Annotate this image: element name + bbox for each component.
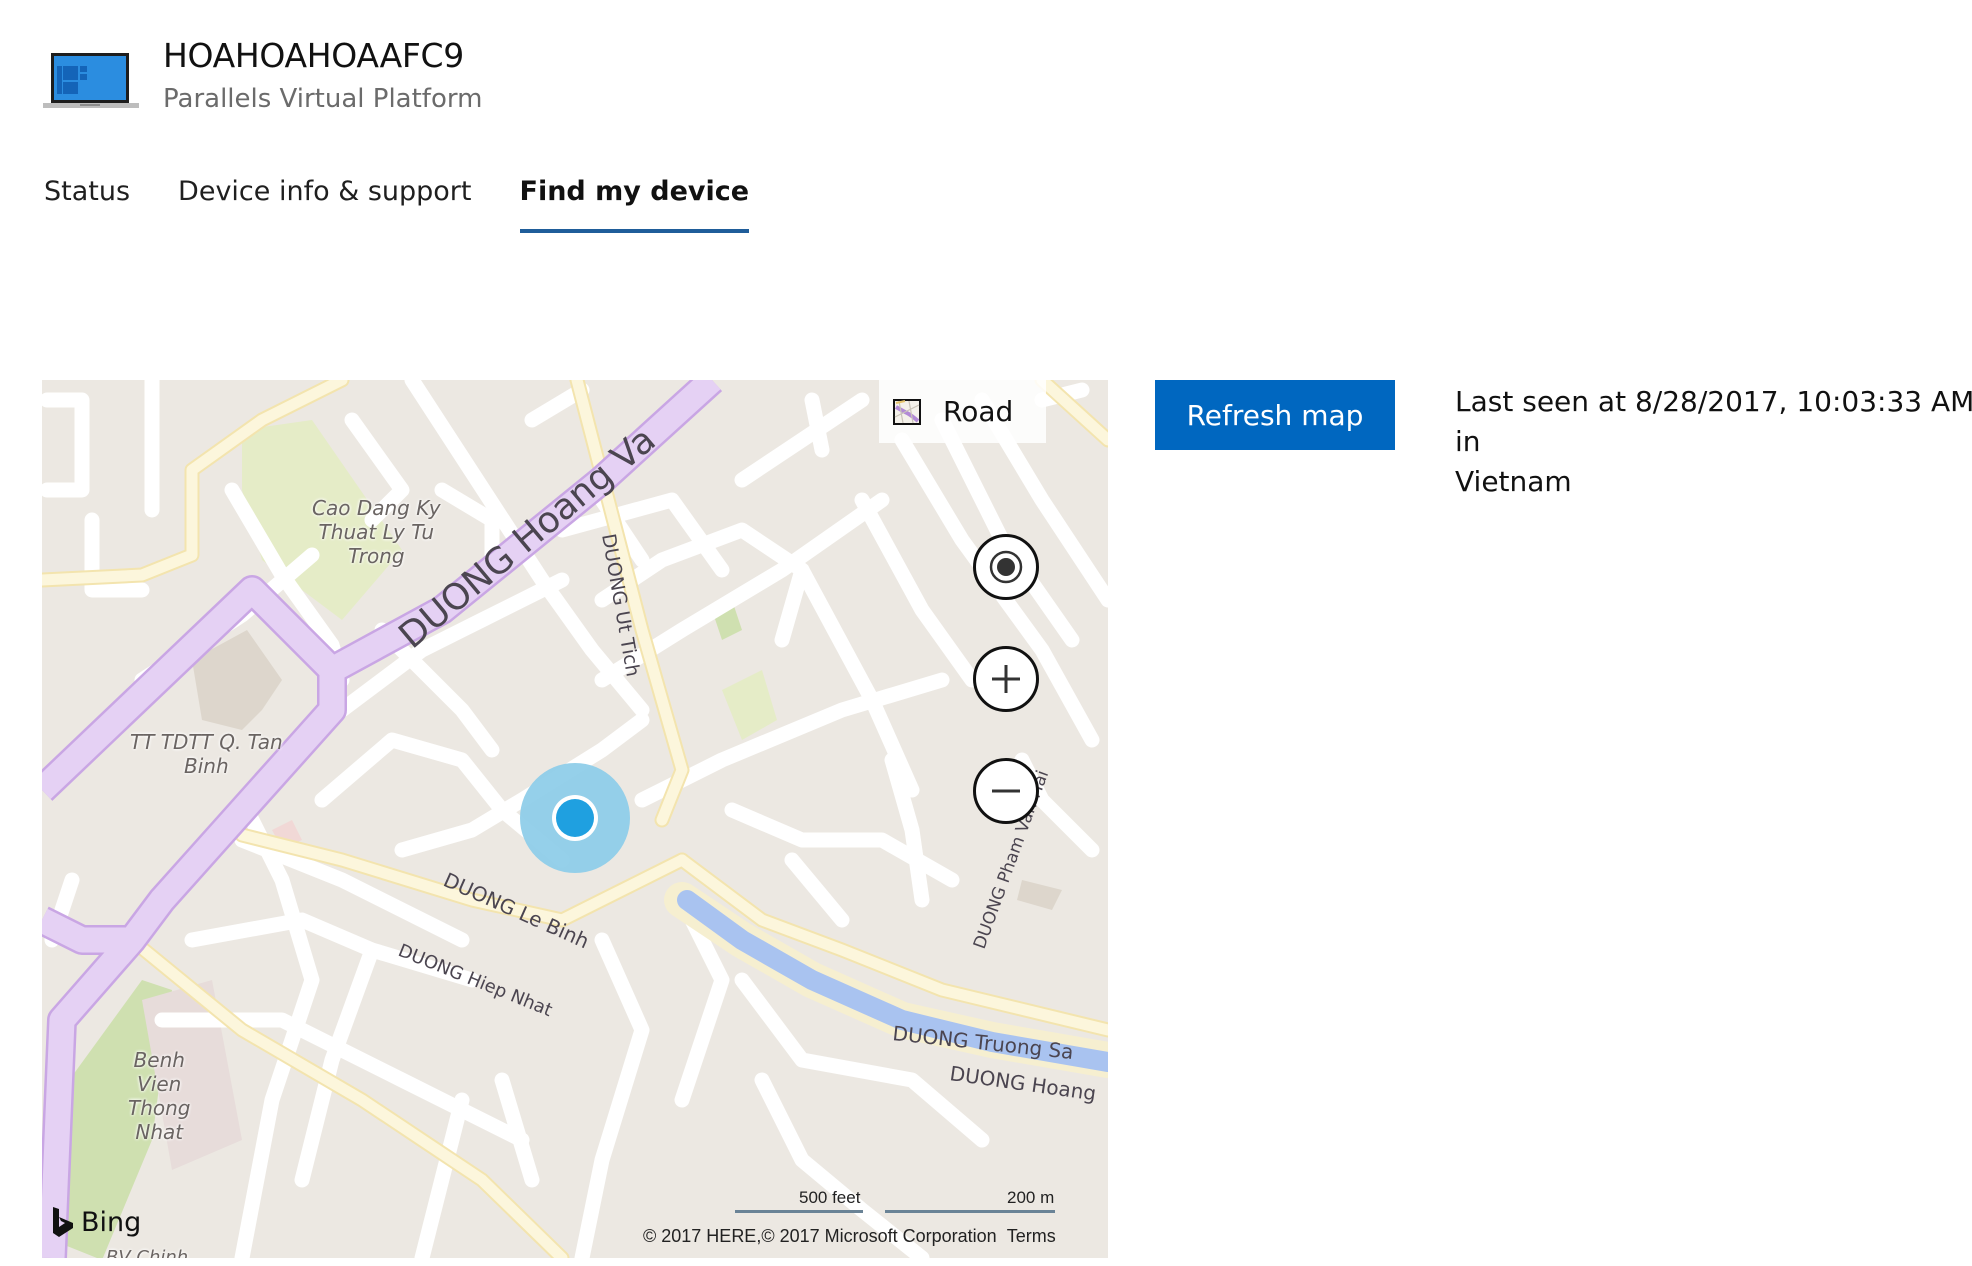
zoom-in-icon bbox=[992, 665, 1020, 693]
bing-icon bbox=[53, 1207, 73, 1237]
map-attribution: © 2017 HERE,© 2017 Microsoft Corporation… bbox=[643, 1226, 1056, 1247]
poi-label-line: Nhat bbox=[135, 1120, 184, 1144]
locate-me-button[interactable] bbox=[973, 534, 1039, 600]
scale-bar-metric bbox=[885, 1210, 1055, 1213]
poi-label-bottom: BV Chinh bbox=[106, 1247, 189, 1258]
device-location-dot bbox=[556, 799, 594, 837]
poi-label-line: Binh bbox=[184, 754, 229, 778]
zoom-in-button[interactable] bbox=[973, 646, 1039, 712]
poi-label-sports-center: TT TDTT Q. Tan Binh bbox=[130, 730, 283, 778]
refresh-map-button[interactable]: Refresh map bbox=[1155, 380, 1395, 450]
scale-bar-imperial bbox=[735, 1210, 863, 1213]
device-name: HOAHOAHOAAFC9 bbox=[163, 36, 464, 75]
poi-label-line: Trong bbox=[348, 544, 405, 568]
last-seen-line-1: Last seen at 8/28/2017, 10:03:33 AM in bbox=[1455, 385, 1972, 458]
bing-logo[interactable]: Bing bbox=[51, 1206, 141, 1238]
scale-metric-label: 200 m bbox=[1007, 1188, 1055, 1207]
map-view[interactable]: DUONG Hoang Va DUONG Ut Tich DUONG Le Bi… bbox=[42, 380, 1108, 1258]
map-style-icon bbox=[893, 398, 921, 425]
map-base-layer: DUONG Hoang Va DUONG Ut Tich DUONG Le Bi… bbox=[42, 380, 1108, 1258]
bing-label: Bing bbox=[81, 1206, 142, 1238]
last-seen-line-2: Vietnam bbox=[1455, 465, 1572, 498]
copyright-text: © 2017 HERE,© 2017 Microsoft Corporation bbox=[643, 1226, 997, 1246]
tab-status[interactable]: Status bbox=[44, 176, 130, 219]
tab-find-my-device[interactable]: Find my device bbox=[519, 176, 749, 233]
zoom-out-button[interactable] bbox=[973, 758, 1039, 824]
tab-device-info-support[interactable]: Device info & support bbox=[178, 176, 471, 219]
last-seen-text: Last seen at 8/28/2017, 10:03:33 AM in V… bbox=[1455, 382, 1972, 502]
device-model: Parallels Virtual Platform bbox=[163, 84, 483, 114]
poi-label-line: Thuat Ly Tu bbox=[318, 520, 435, 544]
terms-link[interactable]: Terms bbox=[1007, 1226, 1056, 1246]
poi-label-line: Benh bbox=[133, 1048, 185, 1072]
poi-label-line: Thong bbox=[128, 1096, 191, 1120]
poi-label-college: Cao Dang Ky Thuat Ly Tu Trong bbox=[312, 496, 441, 568]
zoom-out-icon bbox=[992, 789, 1020, 793]
locate-me-icon bbox=[989, 550, 1023, 584]
poi-label-line: TT TDTT Q. Tan bbox=[130, 730, 283, 754]
poi-label-hospital: Benh Vien Thong Nhat bbox=[128, 1048, 191, 1144]
poi-label-line: Vien bbox=[137, 1072, 182, 1096]
map-style-label: Road bbox=[943, 395, 1014, 428]
laptop-icon bbox=[43, 53, 139, 108]
tab-bar: Status Device info & support Find my dev… bbox=[44, 176, 797, 233]
map-style-selector[interactable]: Road bbox=[879, 380, 1046, 443]
scale-imperial-label: 500 feet bbox=[799, 1188, 861, 1207]
poi-label-line: Cao Dang Ky bbox=[312, 496, 441, 520]
